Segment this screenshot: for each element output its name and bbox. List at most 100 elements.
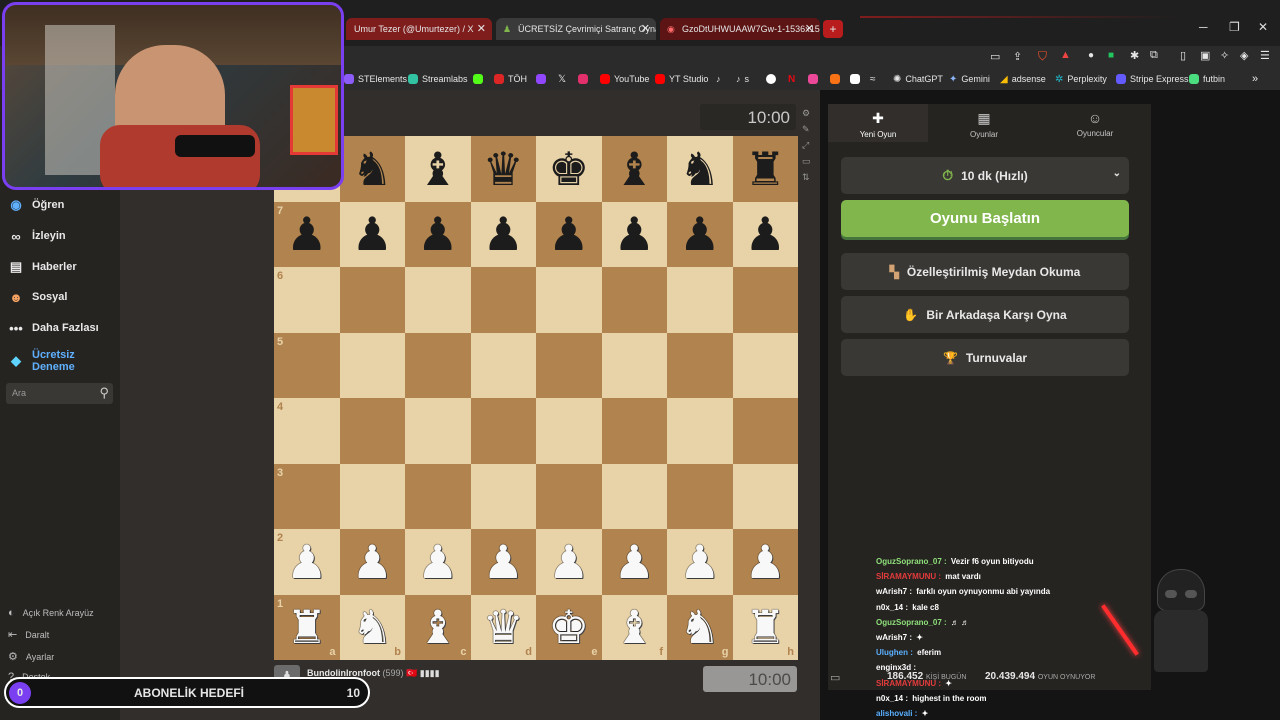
board-square[interactable]: ♜ 1 a xyxy=(274,594,340,660)
black-pawn[interactable]: ♟ xyxy=(352,211,393,257)
bookmark-misc[interactable] xyxy=(766,72,776,86)
board-square[interactable] xyxy=(601,398,667,464)
board-square[interactable]: 6 xyxy=(274,267,340,333)
bookmark-stripe[interactable]: Stripe Express xyxy=(1116,72,1189,86)
black-bishop[interactable]: ♝ xyxy=(417,146,458,192)
close-icon[interactable]: ✕ xyxy=(805,18,814,40)
black-king[interactable]: ♚ xyxy=(548,146,589,192)
white-pawn[interactable]: ♟ xyxy=(417,539,458,585)
bookmark-chatgpt[interactable]: ✺ ChatGPT xyxy=(893,72,943,86)
board-square[interactable]: ♞ xyxy=(667,136,733,202)
board-square[interactable] xyxy=(405,332,471,398)
board-square[interactable]: ♟ xyxy=(405,201,471,267)
black-knight[interactable]: ♞ xyxy=(352,146,393,192)
black-pawn[interactable]: ♟ xyxy=(417,211,458,257)
white-knight[interactable]: ♞ xyxy=(679,604,720,650)
board-settings-icon[interactable]: ⚙ xyxy=(802,108,811,119)
bookmark-twitch[interactable] xyxy=(536,72,546,86)
board-square[interactable] xyxy=(339,463,405,529)
bookmark-streamlabs[interactable]: Streamlabs xyxy=(408,72,468,86)
bookmark-tiktok[interactable]: ♪ xyxy=(716,72,721,86)
board-square[interactable] xyxy=(601,267,667,333)
board-square[interactable] xyxy=(667,332,733,398)
board-square[interactable] xyxy=(536,332,602,398)
chat-username[interactable]: OguzSoprano_07 : xyxy=(876,618,947,627)
board-square[interactable] xyxy=(536,398,602,464)
white-pawn[interactable]: ♟ xyxy=(679,539,720,585)
chat-username[interactable]: enginx3d : xyxy=(876,663,916,672)
white-pawn[interactable]: ♟ xyxy=(614,539,655,585)
extension-icon[interactable]: ● xyxy=(1088,50,1094,61)
bookmark-x[interactable]: 𝕏 xyxy=(558,72,566,86)
board-square[interactable] xyxy=(536,267,602,333)
black-knight[interactable]: ♞ xyxy=(679,146,720,192)
nav-light-theme[interactable]: ◐ Açık Renk Arayüz xyxy=(8,607,94,619)
board-square[interactable]: ♟ xyxy=(405,529,471,595)
black-rook[interactable]: ♜ xyxy=(745,146,786,192)
ai-icon[interactable]: ✧ xyxy=(1220,49,1229,62)
board-square[interactable] xyxy=(470,267,536,333)
board-square[interactable] xyxy=(405,267,471,333)
board-square[interactable] xyxy=(601,332,667,398)
white-bishop[interactable]: ♝ xyxy=(417,604,458,650)
board-square[interactable]: 5 xyxy=(274,332,340,398)
board-square[interactable] xyxy=(405,463,471,529)
board-square[interactable] xyxy=(339,332,405,398)
white-bishop[interactable]: ♝ xyxy=(614,604,655,650)
bookmark-instagram[interactable] xyxy=(578,72,588,86)
nav-settings[interactable]: ⚙ Ayarlar xyxy=(8,650,54,663)
white-pawn[interactable]: ♟ xyxy=(548,539,589,585)
black-queen[interactable]: ♛ xyxy=(483,146,524,192)
brave-shield-icon[interactable]: ⛉ xyxy=(1038,49,1047,64)
board-square[interactable]: ♟ xyxy=(470,201,536,267)
chat-username[interactable]: alishovali : xyxy=(876,709,917,718)
white-pawn[interactable]: ♟ xyxy=(352,539,393,585)
board-square[interactable] xyxy=(470,463,536,529)
black-pawn[interactable]: ♟ xyxy=(286,211,327,257)
tab-players[interactable]: ☺ Oyuncular xyxy=(1045,110,1145,138)
nav-watch[interactable]: ∞ İzleyin xyxy=(8,229,65,244)
theater-icon[interactable]: ▭ xyxy=(802,156,811,167)
white-rook[interactable]: ♜ xyxy=(745,604,786,650)
board-square[interactable] xyxy=(339,398,405,464)
tournaments-button[interactable]: 🏆 Turnuvalar xyxy=(841,339,1129,376)
sidebar-icon[interactable]: ▯ xyxy=(1180,49,1186,62)
black-pawn[interactable]: ♟ xyxy=(548,211,589,257)
black-pawn[interactable]: ♟ xyxy=(745,211,786,257)
nav-learn[interactable]: ◉ Öğren xyxy=(8,197,64,212)
board-square[interactable]: ♜ h xyxy=(732,594,798,660)
board-square[interactable]: ♟ 7 xyxy=(274,201,340,267)
flip-board-icon[interactable]: ⇅ xyxy=(802,172,811,183)
board-square[interactable] xyxy=(732,332,798,398)
board-square[interactable]: ♟ xyxy=(470,529,536,595)
menu-icon[interactable]: ☰ xyxy=(1260,49,1270,62)
board-square[interactable]: ♝ c xyxy=(405,594,471,660)
board-square[interactable]: ♜ xyxy=(732,136,798,202)
board-square[interactable]: ♞ g xyxy=(667,594,733,660)
bookmark-youtube[interactable]: YouTube xyxy=(600,72,649,86)
browser-tab-image[interactable]: ◉ GzoDtUHWUAAW7Gw-1-1536x1536...✕ xyxy=(660,18,820,40)
board-square[interactable] xyxy=(601,463,667,529)
chat-username[interactable]: n0x_14 : xyxy=(876,694,908,703)
board-square[interactable] xyxy=(732,398,798,464)
search-input[interactable]: Ara ⚲ xyxy=(6,383,113,404)
board-square[interactable] xyxy=(667,463,733,529)
bookmark-kick[interactable] xyxy=(473,72,483,86)
browser-tab-chess[interactable]: ♟ ÜCRETSİZ Çevrimiçi Satranç Oyna... ✕ xyxy=(496,18,656,40)
bookmark-netflix[interactable]: N xyxy=(788,72,795,86)
board-square[interactable]: ♟ xyxy=(667,201,733,267)
board-square[interactable] xyxy=(470,332,536,398)
puzzle-icon[interactable]: ✱ xyxy=(1130,49,1139,62)
bookmark-stelements[interactable]: STElements xyxy=(344,72,407,86)
board-square[interactable]: ♞ xyxy=(339,136,405,202)
chat-username[interactable]: OguzSoprano_07 : xyxy=(876,557,947,566)
white-rook[interactable]: ♜ xyxy=(286,604,327,650)
board-square[interactable]: ♟ xyxy=(732,529,798,595)
close-icon[interactable]: ✕ xyxy=(477,18,486,40)
bookmark-gemini[interactable]: ✦ Gemini xyxy=(949,72,990,86)
bookmark-misc-4[interactable]: ≈ xyxy=(870,72,876,86)
close-icon[interactable]: ✕ xyxy=(641,18,650,40)
board-square[interactable]: ♟ xyxy=(339,201,405,267)
black-bishop[interactable]: ♝ xyxy=(614,146,655,192)
nav-free-trial[interactable]: ◆ Ücretsiz Deneme xyxy=(8,349,92,373)
